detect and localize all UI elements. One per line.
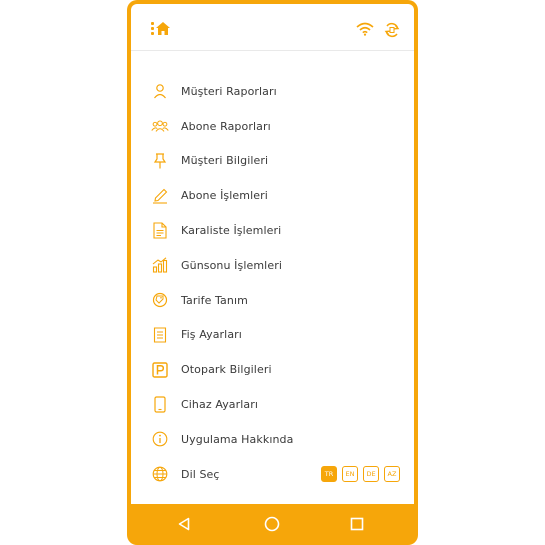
edit-icon bbox=[151, 187, 169, 205]
recents-button[interactable] bbox=[347, 514, 367, 534]
menu-item-fis-ayarlari[interactable]: Fiş Ayarları bbox=[131, 318, 414, 353]
menu-item-label: Fiş Ayarları bbox=[181, 328, 242, 342]
sync-icon[interactable] bbox=[384, 22, 400, 38]
top-bar bbox=[131, 4, 414, 51]
menu-item-musteri-raporlari[interactable]: Müşteri Raporları bbox=[131, 74, 414, 109]
menu-item-dil-sec[interactable]: Dil Seç TR EN DE AZ bbox=[131, 457, 414, 492]
document-icon bbox=[151, 222, 169, 240]
back-icon bbox=[178, 517, 190, 531]
globe-icon bbox=[151, 465, 169, 483]
status-icons bbox=[356, 22, 400, 38]
pin-icon bbox=[151, 152, 169, 170]
info-icon bbox=[151, 430, 169, 448]
main-menu: Müşteri Raporları Abone Raporları Müşter… bbox=[131, 74, 414, 492]
menu-item-label: Tarife Tanım bbox=[181, 293, 248, 307]
language-option-en[interactable]: EN bbox=[342, 466, 358, 483]
app-screen: Müşteri Raporları Abone Raporları Müşter… bbox=[131, 4, 414, 504]
menu-item-label: Karaliste İşlemleri bbox=[181, 224, 282, 238]
user-icon bbox=[151, 82, 169, 100]
menu-item-musteri-bilgileri[interactable]: Müşteri Bilgileri bbox=[131, 144, 414, 179]
phone-frame: Müşteri Raporları Abone Raporları Müşter… bbox=[127, 0, 418, 545]
android-nav-bar bbox=[127, 504, 418, 545]
chart-icon bbox=[151, 256, 169, 274]
language-selector: TR EN DE AZ bbox=[321, 466, 400, 483]
menu-item-label: Cihaz Ayarları bbox=[181, 398, 259, 412]
language-option-az[interactable]: AZ bbox=[384, 466, 400, 483]
menu-item-cihaz-ayarlari[interactable]: Cihaz Ayarları bbox=[131, 387, 414, 422]
recents-icon bbox=[350, 517, 364, 531]
receipt-icon bbox=[151, 326, 169, 344]
menu-item-label: Günsonu İşlemleri bbox=[181, 258, 282, 272]
home-nav-button[interactable] bbox=[262, 514, 282, 534]
menu-item-label: Abone Raporları bbox=[181, 119, 271, 133]
phone-icon bbox=[151, 396, 169, 414]
back-button[interactable] bbox=[174, 514, 194, 534]
menu-item-label: Müşteri Bilgileri bbox=[181, 154, 269, 168]
wifi-icon[interactable] bbox=[356, 22, 374, 36]
menu-item-karaliste-islemleri[interactable]: Karaliste İşlemleri bbox=[131, 213, 414, 248]
home-button[interactable] bbox=[151, 22, 170, 35]
menu-item-tarife-tanim[interactable]: Tarife Tanım bbox=[131, 283, 414, 318]
menu-item-abone-raporlari[interactable]: Abone Raporları bbox=[131, 109, 414, 144]
menu-item-abone-islemleri[interactable]: Abone İşlemleri bbox=[131, 178, 414, 213]
language-option-de[interactable]: DE bbox=[363, 466, 379, 483]
home-circle-icon bbox=[264, 516, 280, 532]
language-option-tr[interactable]: TR bbox=[321, 466, 337, 483]
menu-item-label: Abone İşlemleri bbox=[181, 189, 268, 203]
menu-item-label: Dil Seç bbox=[181, 467, 220, 481]
tag-icon bbox=[151, 291, 169, 309]
home-icon bbox=[156, 22, 170, 35]
menu-item-label: Müşteri Raporları bbox=[181, 84, 277, 98]
menu-dots-icon bbox=[151, 22, 154, 35]
menu-item-gunsonu-islemleri[interactable]: Günsonu İşlemleri bbox=[131, 248, 414, 283]
menu-item-uygulama-hakkinda[interactable]: Uygulama Hakkında bbox=[131, 422, 414, 457]
menu-item-label: Otopark Bilgileri bbox=[181, 363, 272, 377]
menu-item-label: Uygulama Hakkında bbox=[181, 432, 294, 446]
group-icon bbox=[151, 117, 169, 135]
menu-item-otopark-bilgileri[interactable]: Otopark Bilgileri bbox=[131, 352, 414, 387]
parking-icon bbox=[151, 361, 169, 379]
